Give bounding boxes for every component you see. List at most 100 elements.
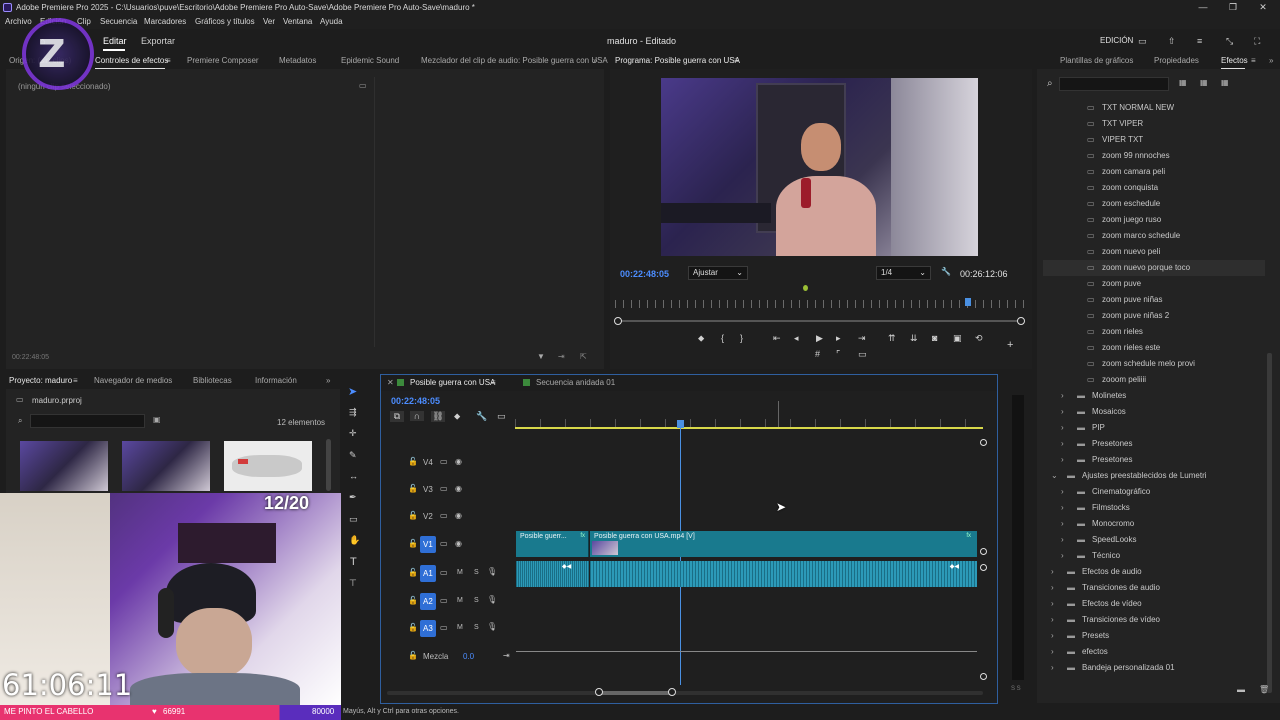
- tab-bibliotecas[interactable]: Bibliotecas: [193, 373, 232, 389]
- program-ruler[interactable]: [615, 300, 1025, 308]
- effects-list-item[interactable]: ▭ zoom schedule melo provi: [1043, 356, 1265, 372]
- effects-list-item[interactable]: › ▬ Presets: [1043, 628, 1265, 644]
- chevron-right-icon[interactable]: ›: [1051, 628, 1054, 644]
- sync-icon[interactable]: ▭: [440, 596, 448, 605]
- captions-icon[interactable]: ▭: [497, 411, 506, 422]
- tab-epidemic-sound[interactable]: Epidemic Sound: [341, 53, 399, 69]
- program-timecode[interactable]: 00:22:48:05: [620, 269, 669, 279]
- linked-select-icon[interactable]: ⛓: [431, 411, 445, 422]
- effects-list-item[interactable]: › ▬ Efectos de vídeo: [1043, 596, 1265, 612]
- timeline-ruler[interactable]: [515, 419, 983, 427]
- razor-tool-icon[interactable]: ✎: [349, 450, 357, 461]
- crop-icon[interactable]: ⌜: [836, 349, 840, 360]
- effects-list-item[interactable]: ▭ zoom puve: [1043, 276, 1265, 292]
- lock-icon[interactable]: 🔓: [408, 596, 418, 605]
- effects-list-item[interactable]: ▭ zoom camara peli: [1043, 164, 1265, 180]
- effects-list-item[interactable]: › ▬ Presetones: [1043, 436, 1265, 452]
- mute-button[interactable]: M: [457, 569, 463, 576]
- track-a2-label[interactable]: A2: [420, 593, 436, 610]
- timeline-settings-icon[interactable]: 🔧: [476, 411, 487, 422]
- compare-icon[interactable]: ▣: [953, 333, 962, 344]
- chevron-right-icon[interactable]: ›: [1051, 596, 1054, 612]
- thumbnail-2[interactable]: [122, 441, 210, 491]
- track-a1-label[interactable]: A1: [420, 565, 436, 582]
- h-scroll-handle-left[interactable]: [595, 688, 603, 696]
- effects-list-item[interactable]: ▭ zoom nuevo porque toco: [1043, 260, 1265, 276]
- mute-button[interactable]: M: [457, 624, 463, 631]
- meter-solo-label[interactable]: S S: [1011, 686, 1021, 692]
- h-scroll-handle-right[interactable]: [668, 688, 676, 696]
- thumbnail-3[interactable]: [224, 441, 312, 491]
- caption-tool-icon[interactable]: ⊤: [349, 578, 357, 589]
- chevron-right-icon[interactable]: ›: [1061, 516, 1064, 532]
- zoom-handle-right[interactable]: [1017, 317, 1025, 325]
- zoom-handle-left[interactable]: [614, 317, 622, 325]
- mic-icon[interactable]: 🎙: [487, 622, 497, 631]
- chevron-right-icon[interactable]: ›: [1051, 564, 1054, 580]
- lock-icon[interactable]: 🔓: [408, 623, 418, 632]
- chevron-right-icon[interactable]: ›: [1051, 644, 1054, 660]
- mark-in-icon[interactable]: {: [721, 333, 724, 343]
- menu-marcadores[interactable]: Marcadores: [144, 15, 186, 29]
- menu-secuencia[interactable]: Secuencia: [100, 15, 137, 29]
- tab-exportar[interactable]: Exportar: [141, 29, 175, 53]
- a-scroll-handle[interactable]: [980, 564, 987, 571]
- panel-layout-icon[interactable]: ▭: [1138, 29, 1147, 53]
- effects-list-item[interactable]: › ▬ Monocromo: [1043, 516, 1265, 532]
- effects-list-item[interactable]: › ▬ Bandeja personalizada 01: [1043, 660, 1265, 676]
- close-tab-icon[interactable]: ✕: [387, 375, 394, 391]
- new-bin-icon[interactable]: ▬: [1237, 685, 1245, 694]
- more-tabs-icon[interactable]: »: [326, 373, 330, 389]
- effects-list-item[interactable]: ▭ zoom rieles: [1043, 324, 1265, 340]
- sync-icon[interactable]: ▭: [440, 457, 448, 466]
- chevron-right-icon[interactable]: ›: [1061, 532, 1064, 548]
- video-clip-short[interactable]: Posible guerr... fx: [516, 531, 589, 557]
- pen-tool-icon[interactable]: ✒: [349, 492, 357, 503]
- minimize-button[interactable]: —: [1188, 0, 1218, 15]
- camera-icon[interactable]: ◙: [932, 333, 937, 343]
- tab-navegador[interactable]: Navegador de medios: [94, 373, 172, 389]
- project-search-input[interactable]: [30, 414, 145, 428]
- add-marker-icon[interactable]: ⬥: [454, 411, 460, 422]
- settings-icon[interactable]: ⇱: [580, 352, 587, 361]
- wrench-icon[interactable]: 🔧: [941, 267, 951, 276]
- track-v1-label[interactable]: V1: [420, 536, 436, 553]
- track-a3-label[interactable]: A3: [420, 620, 436, 637]
- effects-list-item[interactable]: › ▬ SpeedLooks: [1043, 532, 1265, 548]
- step-back-icon[interactable]: ◂: [794, 333, 799, 344]
- solo-button[interactable]: S: [474, 597, 479, 604]
- programa-menu-icon[interactable]: ≡: [734, 53, 739, 69]
- sync-icon[interactable]: ▭: [440, 484, 448, 493]
- effects-list-item[interactable]: › ▬ Cinematográfico: [1043, 484, 1265, 500]
- slip-tool-icon[interactable]: ↔: [349, 471, 358, 481]
- tab-plantillas[interactable]: Plantillas de gráficos: [1060, 53, 1133, 69]
- effects-list-item[interactable]: › ▬ Mosaicos: [1043, 404, 1265, 420]
- sequence-menu-icon[interactable]: ≡: [491, 375, 496, 391]
- chevron-right-icon[interactable]: ›: [1061, 452, 1064, 468]
- go-to-in-icon[interactable]: ⇤: [773, 333, 781, 344]
- lift-icon[interactable]: ⇈: [888, 333, 896, 344]
- effects-list-item[interactable]: ▭ zoom nuevo peli: [1043, 244, 1265, 260]
- solo-button[interactable]: S: [474, 569, 479, 576]
- audio-clip-short[interactable]: ◆◀: [516, 561, 589, 587]
- work-area-bar[interactable]: [515, 427, 983, 429]
- trash-icon[interactable]: 🗑: [1259, 685, 1269, 694]
- effects-list-item[interactable]: ▭ zoom puve niñas: [1043, 292, 1265, 308]
- sync-icon[interactable]: ▭: [440, 539, 448, 548]
- effects-list-item[interactable]: ⌄ ▬ Ajustes preestablecidos de Lumetri: [1043, 468, 1265, 484]
- project-scrollbar[interactable]: [326, 439, 331, 491]
- effects-list-item[interactable]: › ▬ PIP: [1043, 420, 1265, 436]
- add-marker-icon[interactable]: ⬥: [698, 333, 704, 344]
- play-icon[interactable]: ▶: [816, 333, 823, 344]
- program-playhead[interactable]: [965, 298, 971, 306]
- effects-list-item[interactable]: ▭ zoom eschedule: [1043, 196, 1265, 212]
- effects-list-item[interactable]: › ▬ Técnico: [1043, 548, 1265, 564]
- h-scroll-thumb[interactable]: [599, 691, 673, 695]
- tab-programa[interactable]: Programa: Posible guerra con USA: [615, 53, 740, 69]
- close-button[interactable]: ✕: [1248, 0, 1278, 15]
- track-select-icon[interactable]: ⇶: [349, 407, 357, 418]
- extract-icon[interactable]: ⇊: [910, 333, 918, 344]
- effects-list-item[interactable]: › ▬ Filmstocks: [1043, 500, 1265, 516]
- menu-archivo[interactable]: Archivo: [5, 15, 32, 29]
- chevron-right-icon[interactable]: ›: [1051, 612, 1054, 628]
